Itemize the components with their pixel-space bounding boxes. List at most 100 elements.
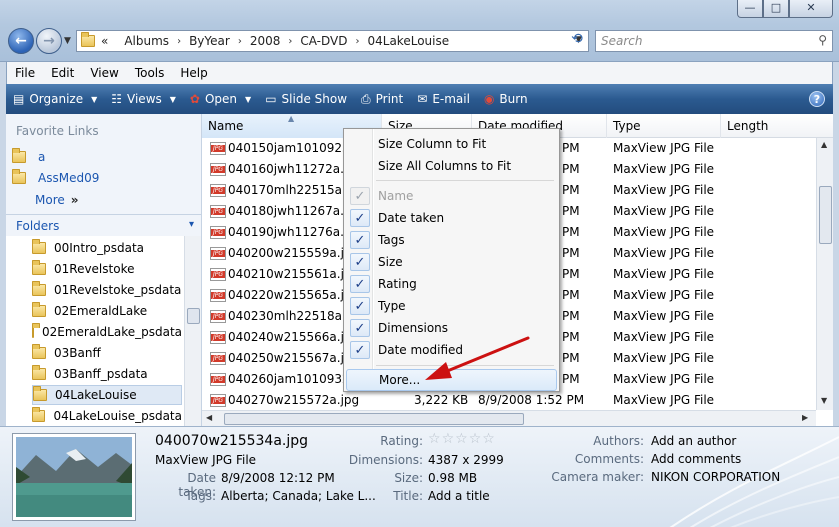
refresh-icon[interactable]: ⟲ <box>566 31 588 51</box>
close-button[interactable]: ✕ <box>789 0 833 18</box>
menu-item-rating[interactable]: ✓ Rating <box>346 273 557 295</box>
recent-pages-dropdown-icon[interactable]: ▼ <box>64 36 71 46</box>
folder-icon <box>32 281 46 296</box>
file-row[interactable]: 040270w215572a.jpg3,222 KB8/9/2008 1:52 … <box>202 390 818 411</box>
photo-thumbnail[interactable] <box>12 433 136 521</box>
menu-bar: File Edit View Tools Help <box>6 62 833 84</box>
chevron-down-icon: ▾ <box>188 219 194 230</box>
authors-value[interactable]: Add an author <box>651 434 736 448</box>
email-button[interactable]: ✉ E-mail <box>410 84 477 114</box>
title-value[interactable]: Add a title <box>428 489 490 503</box>
favorite-link-a[interactable]: a <box>12 148 45 164</box>
scrollbar-thumb[interactable] <box>819 186 832 244</box>
search-input[interactable]: Search ⚲ <box>595 30 833 52</box>
burn-button[interactable]: ◉ Burn <box>477 84 535 114</box>
folder-icon <box>12 148 26 163</box>
folder-icon <box>81 32 95 47</box>
jpg-file-icon <box>210 331 226 344</box>
menu-file[interactable]: File <box>7 66 43 80</box>
lake-louise-thumbnail-image <box>16 437 132 517</box>
camera-maker-value[interactable]: NIKON CORPORATION <box>651 470 780 484</box>
tree-item[interactable]: 00Intro_psdata <box>32 238 182 258</box>
menu-item-size[interactable]: ✓ Size <box>346 251 557 273</box>
breadcrumb-2008[interactable]: › 2008 <box>230 34 281 48</box>
menu-item-date-modified[interactable]: ✓ Date modified <box>346 339 557 361</box>
open-button[interactable]: ✿ Open ▼ <box>183 84 258 114</box>
rating-stars[interactable]: ☆☆☆☆☆ <box>428 431 496 447</box>
file-list-horizontal-scrollbar[interactable]: ◀ ▶ <box>202 410 816 426</box>
breadcrumb-overflow[interactable]: « <box>101 34 108 48</box>
folder-tree-scrollbar[interactable] <box>184 236 201 426</box>
star-icon[interactable]: ☆ <box>469 431 482 447</box>
scroll-right-icon[interactable]: ▶ <box>802 413 808 422</box>
breadcrumb-04lakelouise[interactable]: › 04LakeLouise <box>348 34 450 48</box>
views-button[interactable]: ☷ Views ▼ <box>104 84 183 114</box>
forward-button[interactable]: → <box>36 28 62 54</box>
chevron-right-icon: › <box>355 35 360 47</box>
scroll-left-icon[interactable]: ◀ <box>206 413 212 422</box>
menu-view[interactable]: View <box>82 66 126 80</box>
menu-item-more[interactable]: More... <box>346 369 557 391</box>
chevron-right-icon: › <box>177 35 182 47</box>
size-label: Size: <box>394 471 423 485</box>
column-header-type[interactable]: Type <box>607 114 721 138</box>
scrollbar-thumb[interactable] <box>224 413 524 425</box>
menu-item-dimensions[interactable]: ✓ Dimensions <box>346 317 557 339</box>
back-button[interactable]: ← <box>8 28 34 54</box>
tree-item[interactable]: 03Banff_psdata <box>32 364 182 384</box>
organize-button[interactable]: ▤ Organize ▼ <box>6 84 104 114</box>
star-icon[interactable]: ☆ <box>455 431 468 447</box>
star-icon[interactable]: ☆ <box>428 431 441 447</box>
dropdown-arrow-icon: ▼ <box>245 94 252 104</box>
menu-separator <box>376 180 554 181</box>
checkmark-icon: ✓ <box>350 209 370 227</box>
details-filename: 040070w215534a.jpg <box>155 433 309 449</box>
scroll-up-icon[interactable]: ▲ <box>821 140 827 149</box>
tree-item[interactable]: 01Revelstoke <box>32 259 182 279</box>
more-favorites-link[interactable]: More» <box>35 193 79 207</box>
star-icon[interactable]: ☆ <box>482 431 495 447</box>
tree-item[interactable]: 02EmeraldLake_psdata <box>32 322 182 342</box>
star-icon[interactable]: ☆ <box>442 431 455 447</box>
tree-item[interactable]: 03Banff <box>32 343 182 363</box>
breadcrumb-byyear[interactable]: › ByYear <box>169 34 230 48</box>
favorite-link-assmed09[interactable]: AssMed09 <box>12 169 99 185</box>
jpg-file-icon <box>210 373 226 386</box>
scroll-down-icon[interactable]: ▼ <box>821 396 827 405</box>
menu-item-type[interactable]: ✓ Type <box>346 295 557 317</box>
menu-item-tags[interactable]: ✓ Tags <box>346 229 557 251</box>
jpg-file-icon <box>210 394 226 407</box>
folder-icon <box>32 344 46 359</box>
menu-item-size-column-to-fit[interactable]: Size Column to Fit <box>346 133 557 155</box>
date-taken-value[interactable]: 8/9/2008 12:12 PM <box>221 471 335 485</box>
jpg-file-icon <box>210 184 226 197</box>
file-list-vertical-scrollbar[interactable]: ▲ ▼ <box>816 138 833 410</box>
tree-item[interactable]: 04LakeLouise_psdata <box>31 406 182 426</box>
tree-item[interactable]: 01Revelstoke_psdata <box>32 280 182 300</box>
help-icon[interactable]: ? <box>809 91 825 107</box>
dropdown-arrow-icon: ▼ <box>91 94 98 104</box>
slideshow-button[interactable]: ▭ Slide Show <box>258 84 354 114</box>
slideshow-icon: ▭ <box>265 92 277 106</box>
address-bar[interactable]: « Albums › ByYear › 2008 › CA-DVD › 04LakeLo… <box>76 30 589 52</box>
menu-item-size-all-columns-to-fit[interactable]: Size All Columns to Fit <box>346 155 557 177</box>
jpg-file-icon <box>210 310 226 323</box>
scrollbar-thumb[interactable] <box>187 308 200 324</box>
tree-item-selected[interactable]: 04LakeLouise <box>32 385 182 405</box>
breadcrumb-albums[interactable]: Albums <box>108 34 169 48</box>
menu-item-date-taken[interactable]: ✓ Date taken <box>346 207 557 229</box>
menu-help[interactable]: Help <box>172 66 215 80</box>
comments-value[interactable]: Add comments <box>651 452 741 466</box>
folders-header[interactable]: Folders ▾ <box>6 214 202 236</box>
breadcrumb-ca-dvd[interactable]: › CA-DVD <box>280 34 347 48</box>
maximize-button[interactable]: □ <box>763 0 789 18</box>
menu-edit[interactable]: Edit <box>43 66 82 80</box>
tree-item[interactable]: 02EmeraldLake <box>32 301 182 321</box>
folder-icon <box>32 323 40 338</box>
chevron-right-icon: › <box>288 35 293 47</box>
minimize-button[interactable]: — <box>737 0 763 18</box>
print-button[interactable]: ⎙ Print <box>354 84 410 114</box>
column-header-length[interactable]: Length <box>721 114 833 138</box>
search-icon[interactable]: ⚲ <box>818 33 827 47</box>
menu-tools[interactable]: Tools <box>127 66 173 80</box>
